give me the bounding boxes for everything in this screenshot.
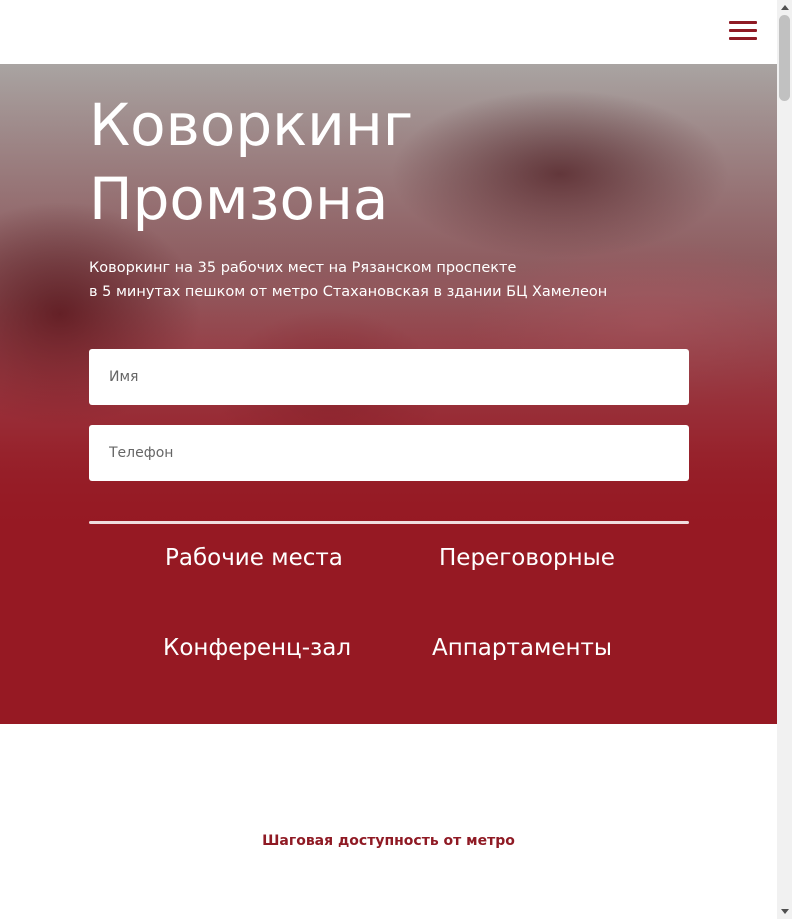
hero-subtitle-line-1: Коворкинг на 35 рабочих мест на Рязанско… bbox=[89, 260, 517, 276]
phone-input[interactable] bbox=[89, 425, 689, 481]
workspaces-link[interactable]: Рабочие места bbox=[165, 543, 343, 573]
vertical-scrollbar[interactable] bbox=[777, 0, 792, 919]
metro-access-heading: Шаговая доступность от метро bbox=[262, 833, 515, 849]
scroll-up-arrow-icon[interactable] bbox=[781, 5, 789, 10]
hero-section: Коворкинг Промзона Коворкинг на 35 рабочи… bbox=[0, 64, 777, 724]
hero-title-line-2: Промзона bbox=[89, 165, 389, 233]
scrollbar-thumb[interactable] bbox=[779, 15, 790, 101]
form-divider bbox=[89, 521, 689, 524]
menu-line bbox=[729, 21, 757, 24]
hero-title-line-1: Коворкинг bbox=[89, 91, 414, 159]
meeting-rooms-link[interactable]: Переговорные bbox=[439, 543, 615, 573]
scroll-down-arrow-icon[interactable] bbox=[781, 909, 789, 914]
page: Коворкинг Промзона Коворкинг на 35 рабочи… bbox=[0, 0, 777, 919]
hero-title: Коворкинг Промзона bbox=[89, 88, 649, 236]
top-bar bbox=[0, 0, 777, 64]
name-input[interactable] bbox=[89, 349, 689, 405]
menu-line bbox=[729, 29, 757, 32]
menu-line bbox=[729, 37, 757, 40]
apartments-link[interactable]: Аппартаменты bbox=[432, 633, 612, 663]
hero-subtitle-line-2: в 5 минутах пешком от метро Стахановская… bbox=[89, 284, 608, 300]
conference-hall-link[interactable]: Конференц-зал bbox=[163, 633, 351, 663]
hamburger-menu-icon[interactable] bbox=[729, 21, 757, 41]
hero-subtitle: Коворкинг на 35 рабочих мест на Рязанско… bbox=[89, 256, 689, 304]
